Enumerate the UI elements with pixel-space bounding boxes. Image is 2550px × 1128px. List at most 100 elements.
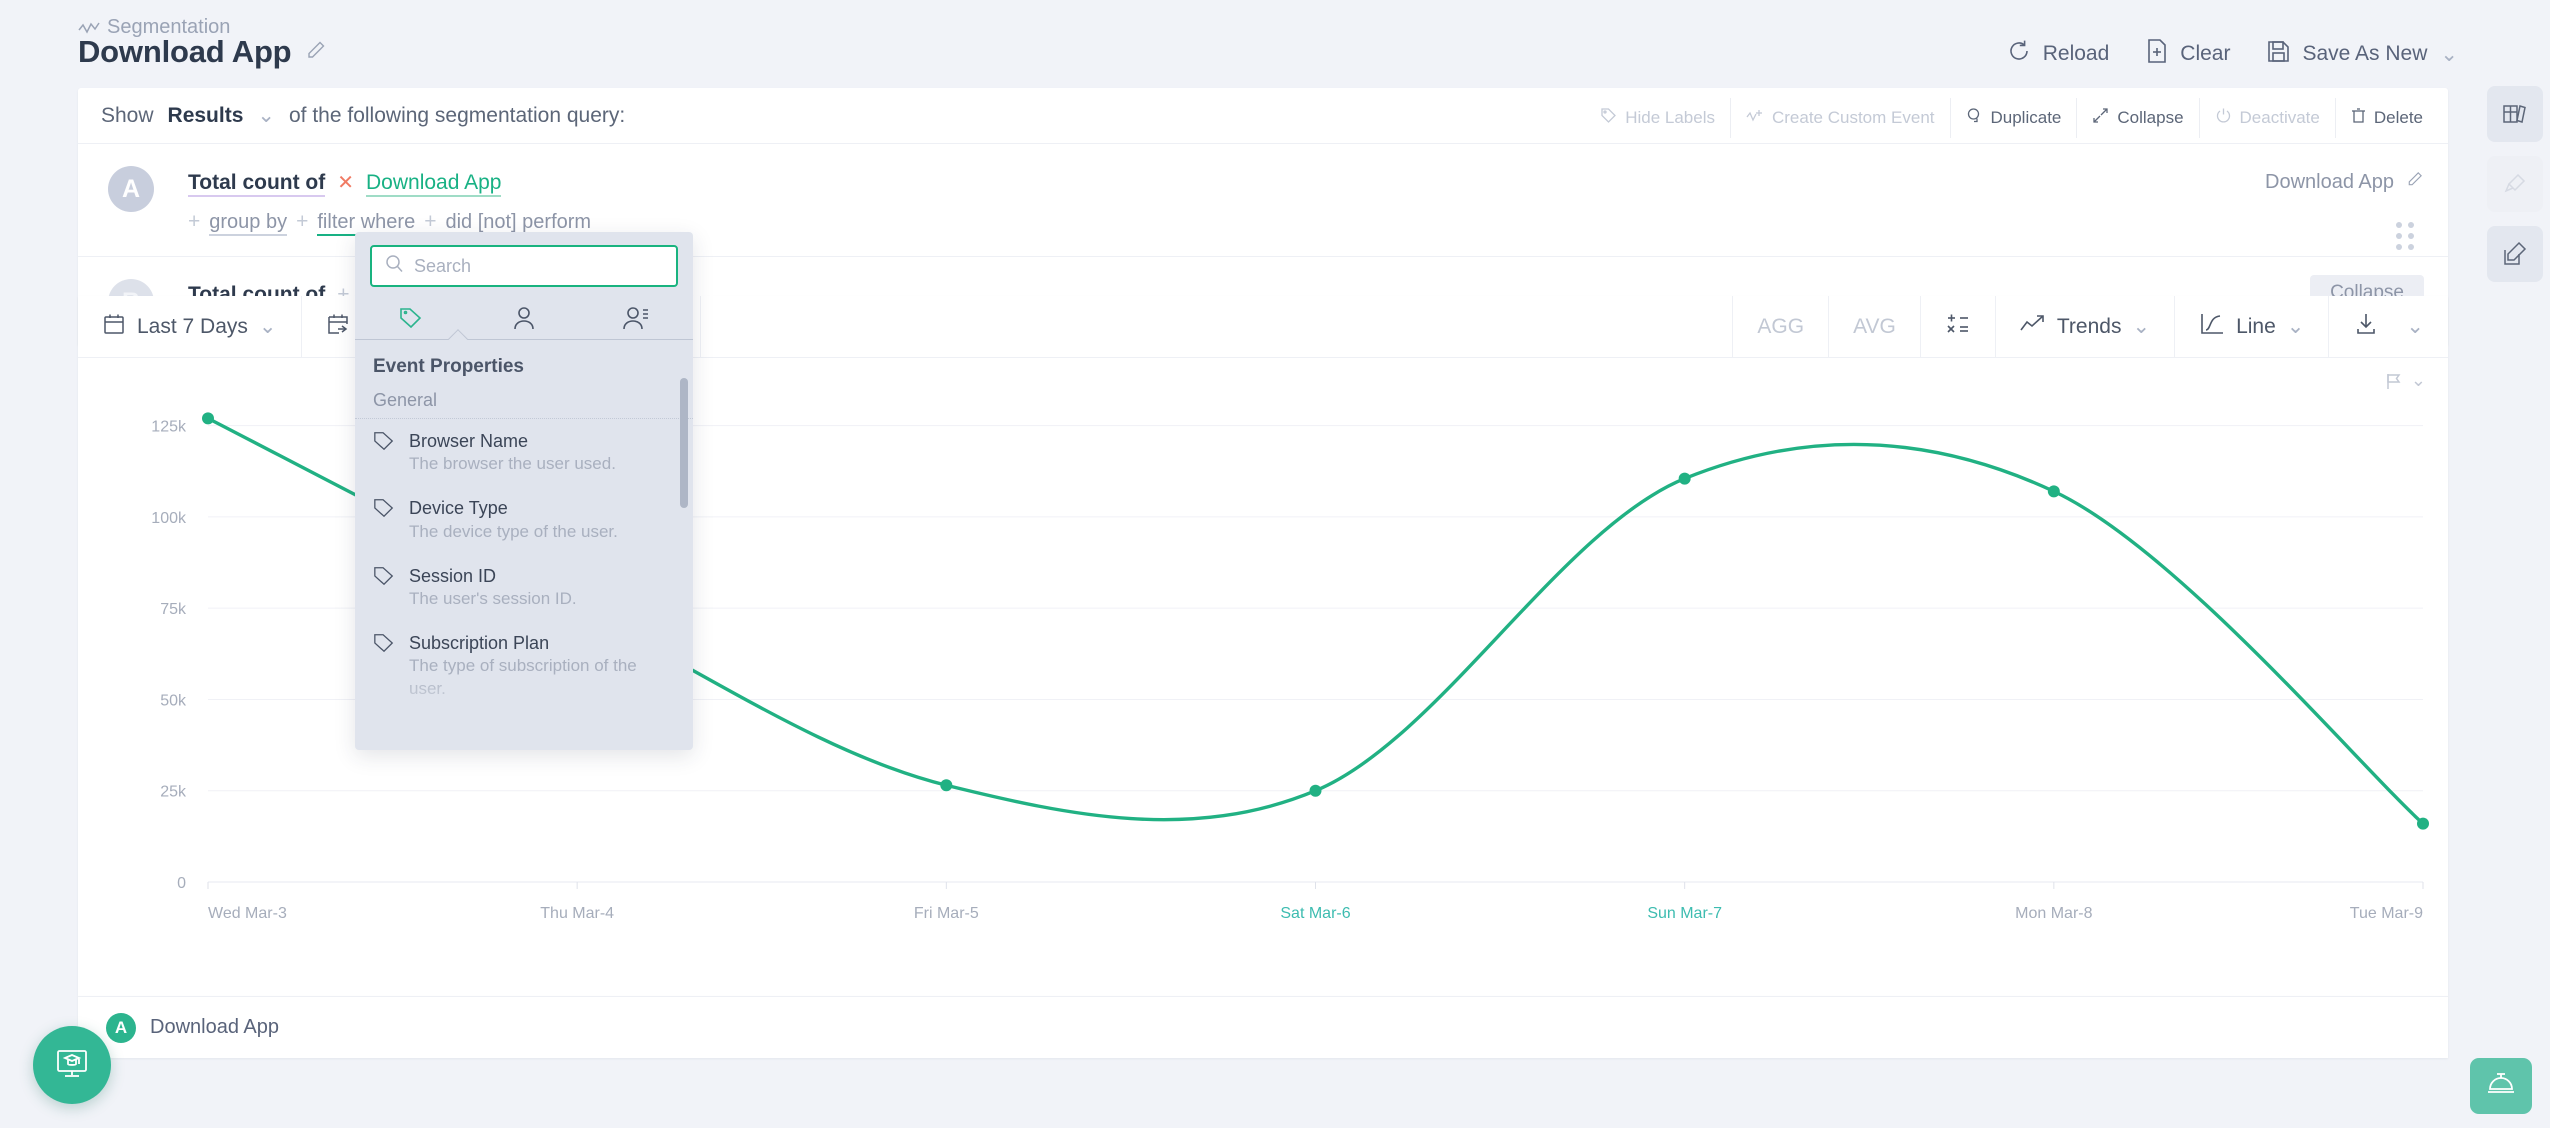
date-range-label: Last 7 Days bbox=[137, 314, 248, 338]
header-actions: Reload Clear Save As New ⌄ bbox=[2006, 38, 2458, 70]
legend-label[interactable]: Download App bbox=[150, 1016, 279, 1039]
tag-icon bbox=[373, 497, 395, 543]
event-properties-tab[interactable] bbox=[355, 297, 468, 339]
page-header: Segmentation Download App Reload Clear S… bbox=[0, 0, 2550, 92]
svg-text:Tue Mar-9: Tue Mar-9 bbox=[2350, 905, 2423, 922]
annotate-icon[interactable] bbox=[2487, 226, 2543, 282]
chevron-down-icon[interactable]: ⌄ bbox=[2440, 42, 2458, 67]
search-field[interactable] bbox=[370, 245, 678, 287]
chevron-down-icon[interactable]: ⌄ bbox=[2287, 314, 2305, 339]
trend-icon bbox=[2020, 314, 2046, 340]
property-name: Session ID bbox=[409, 565, 497, 586]
add-perform-plus: + bbox=[424, 210, 437, 233]
agg-button[interactable]: AGG bbox=[1733, 296, 1830, 357]
create-custom-event-label: Create Custom Event bbox=[1771, 108, 1935, 127]
svg-text:50k: 50k bbox=[160, 692, 187, 709]
deactivate-label: Deactivate bbox=[2239, 108, 2320, 127]
dropdown-scrollbar[interactable] bbox=[680, 378, 688, 508]
svg-text:Sun Mar-7: Sun Mar-7 bbox=[1647, 905, 1722, 922]
user-properties-tab[interactable] bbox=[468, 297, 581, 339]
avg-button[interactable]: AVG bbox=[1829, 296, 1921, 357]
event-selector-a[interactable]: Download App bbox=[366, 171, 502, 197]
query-label-text-a: Download App bbox=[2265, 170, 2394, 193]
right-rail bbox=[2480, 86, 2550, 296]
tag-icon bbox=[373, 430, 395, 476]
date-range-control[interactable]: Last 7 Days ⌄ bbox=[78, 296, 302, 357]
create-custom-event-button[interactable]: Create Custom Event bbox=[1729, 98, 1950, 138]
chart-type-control[interactable]: Line ⌄ bbox=[2175, 296, 2330, 357]
svg-text:100k: 100k bbox=[151, 510, 187, 527]
property-dropdown: Event Properties General Browser Name Th… bbox=[355, 232, 693, 750]
hide-labels-button[interactable]: Hide Labels bbox=[1585, 98, 1730, 138]
dropdown-list[interactable]: Event Properties General Browser Name Th… bbox=[355, 340, 693, 724]
page-title-row: Download App bbox=[78, 34, 327, 70]
chevron-down-icon[interactable]: ⌄ bbox=[259, 314, 277, 339]
list-item[interactable]: Session ID The user's session ID. bbox=[355, 554, 693, 621]
svg-text:Wed Mar-3: Wed Mar-3 bbox=[208, 905, 287, 922]
metric-selector-a[interactable]: Total count of bbox=[188, 171, 326, 197]
formula-button[interactable] bbox=[1921, 296, 1996, 357]
cohorts-tab[interactable] bbox=[580, 297, 693, 339]
help-fab[interactable] bbox=[2470, 1058, 2532, 1114]
tag-icon bbox=[373, 565, 395, 611]
file-plus-icon bbox=[2145, 38, 2169, 70]
svg-text:Fri Mar-5: Fri Mar-5 bbox=[914, 905, 979, 922]
drag-handle-a[interactable] bbox=[2396, 222, 2414, 250]
save-as-new-label: Save As New bbox=[2302, 42, 2428, 65]
trash-icon bbox=[2351, 107, 2366, 129]
duplicate-label: Duplicate bbox=[1990, 108, 2062, 127]
edit-title-icon[interactable] bbox=[305, 39, 327, 66]
dropdown-tabs bbox=[355, 297, 693, 339]
property-desc: The user's session ID. bbox=[409, 589, 577, 609]
chart-legend: A Download App bbox=[78, 996, 2448, 1058]
clear-label: Clear bbox=[2180, 42, 2231, 65]
search-icon bbox=[385, 254, 404, 278]
download-icon bbox=[2353, 311, 2379, 343]
dropdown-heading: Event Properties bbox=[373, 356, 524, 377]
deactivate-button[interactable]: Deactivate bbox=[2198, 98, 2335, 138]
list-item[interactable]: Device Type The device type of the user. bbox=[355, 486, 693, 553]
learn-fab[interactable] bbox=[33, 1026, 111, 1104]
edit-query-label-icon[interactable] bbox=[2406, 170, 2424, 194]
group-label-general: General bbox=[355, 378, 693, 419]
chevron-down-icon[interactable]: ⌄ bbox=[2406, 314, 2424, 339]
calendar-icon bbox=[102, 312, 126, 342]
remove-event-icon[interactable]: ✕ bbox=[337, 170, 354, 195]
table-view-icon[interactable] bbox=[2487, 86, 2543, 142]
clear-button[interactable]: Clear bbox=[2145, 38, 2230, 70]
list-item[interactable]: Browser Name The browser the user used. bbox=[355, 419, 693, 486]
highlighter-icon[interactable] bbox=[2487, 156, 2543, 212]
delete-button[interactable]: Delete bbox=[2334, 98, 2438, 138]
duplicate-icon bbox=[1966, 107, 1983, 129]
trends-label: Trends bbox=[2056, 314, 2122, 338]
collapse-button[interactable]: Collapse bbox=[2076, 98, 2198, 138]
calendar-arrow-icon bbox=[326, 312, 350, 342]
tag-icon bbox=[1600, 107, 1617, 129]
avg-label: AVG bbox=[1853, 314, 1896, 338]
search-input[interactable] bbox=[414, 255, 663, 277]
duplicate-button[interactable]: Duplicate bbox=[1949, 98, 2077, 138]
dropdown-search-wrap bbox=[355, 232, 693, 297]
annotations-toggle[interactable]: ⌄ bbox=[2384, 370, 2426, 391]
chevron-down-icon[interactable]: ⌄ bbox=[2132, 314, 2150, 339]
math-icon bbox=[1945, 311, 1971, 343]
svg-text:75k: 75k bbox=[160, 601, 187, 618]
show-row: Show Results ⌄ of the following segmenta… bbox=[78, 88, 2448, 144]
save-as-new-button[interactable]: Save As New ⌄ bbox=[2266, 39, 2458, 70]
export-control[interactable]: ⌄ bbox=[2329, 296, 2448, 357]
pulse-plus-icon bbox=[1746, 108, 1764, 128]
chevron-down-icon[interactable]: ⌄ bbox=[257, 103, 275, 128]
property-name: Device Type bbox=[409, 498, 508, 519]
trends-control[interactable]: Trends ⌄ bbox=[1996, 296, 2176, 357]
line-chart-icon bbox=[2199, 312, 2225, 342]
reload-button[interactable]: Reload bbox=[2006, 38, 2109, 70]
controls-spacer bbox=[701, 296, 1734, 357]
group-by-button[interactable]: group by bbox=[209, 211, 288, 236]
list-fade bbox=[355, 672, 693, 724]
row-toolbar: Hide Labels Create Custom Event Duplicat… bbox=[1585, 98, 2438, 138]
hide-labels-label: Hide Labels bbox=[1625, 108, 1715, 127]
svg-text:Sat Mar-6: Sat Mar-6 bbox=[1280, 905, 1350, 922]
show-value[interactable]: Results bbox=[168, 104, 244, 128]
agg-label: AGG bbox=[1757, 314, 1805, 338]
svg-text:0: 0 bbox=[177, 875, 186, 892]
